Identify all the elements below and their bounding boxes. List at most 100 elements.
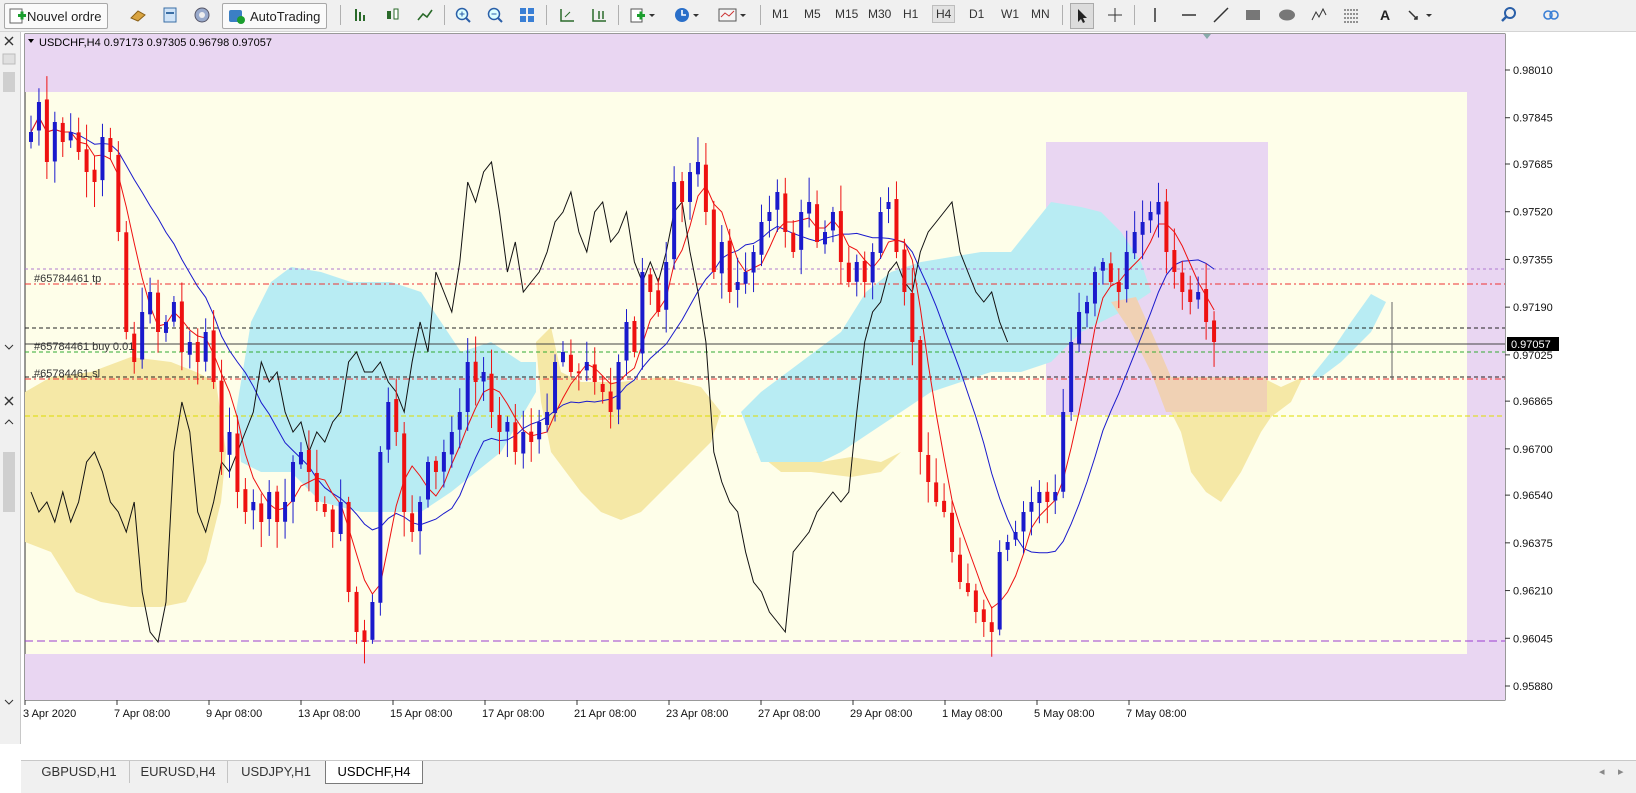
candle-body [489, 373, 494, 412]
text-tool-icon[interactable]: A [1374, 3, 1396, 27]
vertical-line-icon[interactable] [1144, 3, 1166, 27]
timeframe-w1[interactable]: W1 [1001, 7, 1019, 21]
candlestick-chart-icon[interactable] [382, 3, 404, 27]
periods-dropdown-icon[interactable] [670, 3, 704, 27]
candle-body [497, 414, 502, 432]
candle-body [1140, 222, 1145, 235]
date-tick-label: 13 Apr 08:00 [298, 708, 360, 720]
timeframe-h4[interactable]: H4 [932, 5, 956, 23]
candle-body [1196, 292, 1201, 300]
chevron-up-icon[interactable] [4, 419, 14, 425]
candle-body [846, 262, 851, 282]
candle-body [727, 240, 732, 292]
close-icon[interactable] [4, 396, 14, 406]
market-watch-icon[interactable] [127, 3, 149, 27]
scrollbar-thumb[interactable] [3, 452, 15, 512]
candle-body [545, 412, 550, 425]
price-tick-label: 0.97685 [1513, 159, 1553, 171]
candle-body [1212, 320, 1217, 342]
timeframe-m5[interactable]: M5 [804, 7, 821, 21]
ellipse-icon[interactable] [1276, 3, 1298, 27]
trendline-icon[interactable] [1210, 3, 1232, 27]
candle-body [306, 449, 311, 472]
tab-usdjpy-h1[interactable]: USDJPY,H1 [227, 761, 326, 783]
candle-body [322, 503, 327, 512]
crosshair-icon[interactable] [1104, 3, 1126, 27]
autotrading-button[interactable]: AutoTrading [222, 3, 328, 29]
candle-body [934, 482, 939, 502]
rectangle-icon[interactable] [1242, 3, 1264, 27]
community-icon[interactable] [1540, 3, 1562, 27]
candle-body [148, 292, 153, 315]
data-window-icon[interactable] [159, 3, 181, 27]
timeframe-m30[interactable]: M30 [868, 7, 891, 21]
auto-scroll-icon[interactable] [588, 3, 610, 27]
candle-body [441, 452, 446, 472]
date-tick-label: 5 May 08:00 [1034, 708, 1095, 720]
candle-body [1132, 232, 1137, 254]
tile-windows-icon[interactable] [516, 3, 538, 27]
templates-dropdown-icon[interactable] [714, 3, 752, 27]
candle-body [648, 274, 653, 292]
candle-body [140, 312, 145, 360]
timeframe-m1[interactable]: M1 [772, 7, 789, 21]
line-chart-icon[interactable] [414, 3, 436, 27]
scrollbar-thumb[interactable] [3, 72, 15, 92]
candle-body [330, 509, 335, 532]
candle-body [759, 222, 764, 255]
candle-body [886, 202, 891, 210]
date-tick-label: 17 Apr 08:00 [482, 708, 544, 720]
candle-body [195, 341, 200, 362]
zoom-out-icon[interactable] [484, 3, 506, 27]
candle-body [672, 182, 677, 260]
horizontal-line-icon[interactable] [1178, 3, 1200, 27]
tab-usdchf-h4[interactable]: USDCHF,H4 [325, 761, 423, 784]
navigator-icon[interactable] [191, 3, 213, 27]
search-icon[interactable] [1498, 3, 1520, 27]
date-tick-label: 3 Apr 2020 [23, 708, 76, 720]
candle-body [465, 362, 470, 412]
candle-body [854, 262, 859, 282]
candle-body [36, 102, 41, 131]
candle-body [640, 272, 645, 354]
tab-gbpusd-h1[interactable]: GBPUSD,H1 [29, 761, 130, 783]
timeframe-h1[interactable]: H1 [903, 7, 918, 21]
candle-body [1116, 281, 1121, 292]
candle-body [942, 500, 947, 512]
candle-body [1061, 412, 1066, 492]
chevron-down-icon[interactable] [4, 699, 14, 705]
close-icon[interactable] [4, 36, 14, 46]
autotrading-icon [229, 10, 245, 24]
zoom-in-icon[interactable] [452, 3, 474, 27]
new-order-button[interactable]: Nouvel ordre [4, 3, 109, 29]
candle-body [386, 402, 391, 450]
candle-body [1148, 212, 1153, 221]
timeframe-m15[interactable]: M15 [835, 7, 858, 21]
candle-body [259, 503, 264, 522]
tab-scroll-right-icon[interactable]: ▸ [1618, 765, 1624, 778]
candle-body [1164, 201, 1169, 252]
arrows-dropdown-icon[interactable] [1404, 3, 1438, 27]
scroll-up-button[interactable] [2, 53, 16, 65]
candle-body [997, 552, 1002, 630]
chart-window[interactable]: 0.98010 0.97845 0.97685 0.97520 0.97355 0.971… [21, 32, 1636, 760]
candle-body [902, 249, 907, 292]
fibonacci-icon[interactable] [1340, 3, 1362, 27]
candle-body [767, 212, 772, 222]
candle-body [560, 352, 565, 363]
chart-shift-icon[interactable] [556, 3, 578, 27]
tab-scroll-left-icon[interactable]: ◂ [1599, 765, 1605, 778]
cursor-icon[interactable] [1070, 3, 1094, 29]
price-tick-label: 0.97025 [1513, 350, 1553, 362]
price-tick-label: 0.96045 [1513, 633, 1553, 645]
tab-eurusd-h4[interactable]: EURUSD,H4 [129, 761, 228, 783]
chevron-down-icon[interactable] [4, 344, 14, 350]
timeframe-d1[interactable]: D1 [969, 7, 984, 21]
bar-chart-icon[interactable] [350, 3, 372, 27]
timeframe-mn[interactable]: MN [1031, 7, 1050, 21]
candle-body [735, 282, 740, 290]
candle-body [203, 332, 208, 362]
elliott-wave-icon[interactable] [1308, 3, 1330, 27]
indicators-dropdown-icon[interactable] [626, 3, 660, 27]
candle-body [1085, 302, 1090, 314]
